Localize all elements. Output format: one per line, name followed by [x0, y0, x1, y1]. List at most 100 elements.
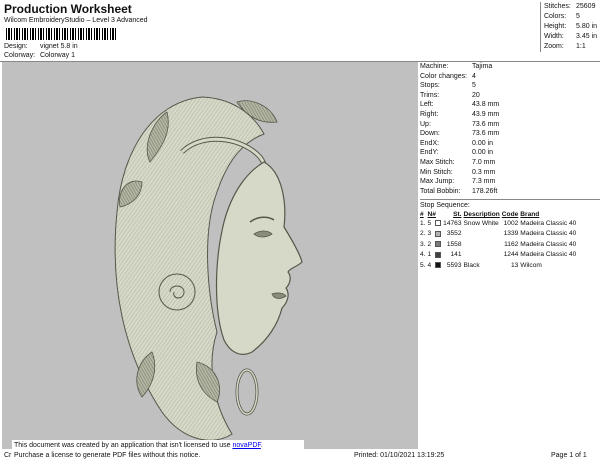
col-header: St.	[453, 211, 462, 218]
cell-brand: Madeira Classic 40	[520, 251, 577, 259]
design-value: vignet 5.8 in	[39, 43, 78, 50]
cell-brand: Madeira Classic 40	[520, 240, 577, 248]
needle-number: 5	[427, 219, 432, 227]
info-row: Trims: 20	[420, 91, 600, 101]
stop-sequence-title: Stop Sequence:	[420, 202, 470, 209]
info-label: Max Stitch:	[420, 158, 455, 166]
stat-label: Height:	[544, 23, 567, 30]
novapdf-link[interactable]: novaPDF	[232, 442, 260, 449]
col-header: Code	[501, 211, 519, 218]
notice-text: .	[260, 442, 263, 449]
machine-info-panel: Machine: Tajima Color changes: 4 Stops: 5 T…	[420, 62, 600, 196]
table-row: 5. 4 5593 Black 13 Wilcom	[420, 260, 578, 271]
info-label: Min Stitch:	[420, 168, 453, 176]
info-value: 20	[472, 91, 480, 99]
cell-desc	[464, 250, 502, 261]
cell-brand: Madeira Classic 40	[520, 230, 577, 238]
stat-value: 5	[576, 13, 580, 20]
col-header: N#	[427, 211, 436, 218]
cell-desc	[464, 239, 502, 250]
cell-desc	[464, 229, 502, 240]
cell-n: 2	[428, 239, 444, 250]
cell-code: 1162	[504, 240, 519, 248]
cell-st: 14763	[443, 219, 462, 227]
table-row: 2. 3 3552 1339 Madeira Classic 40	[420, 229, 578, 240]
stat-value: 25609	[576, 3, 596, 10]
divider	[420, 199, 600, 200]
design-row: Design: vignet 5.8 in	[4, 43, 78, 50]
cell-idx: 4.	[420, 251, 426, 259]
stat-value: 1:1	[576, 43, 586, 50]
color-swatch	[435, 241, 442, 247]
colorway-value: Colorway 1	[39, 52, 75, 59]
page-number: Page 1 of 1	[551, 452, 587, 459]
stat-label: Colors:	[544, 13, 567, 20]
needle-number: 1	[427, 251, 432, 259]
software-subtitle: Wilcom EmbroideryStudio – Level 3 Advanc…	[4, 17, 148, 24]
cell-st: 5593	[446, 261, 462, 269]
needle-number: 2	[427, 240, 432, 248]
design-label: Design:	[4, 43, 28, 50]
info-label: Left:	[420, 101, 434, 109]
color-swatch	[435, 262, 442, 268]
needle-number: 3	[427, 230, 432, 238]
design-preview	[2, 62, 418, 449]
info-row: Total Bobbin: 178.26ft	[420, 187, 600, 197]
info-label: Up:	[420, 120, 431, 128]
info-row: Stops: 5	[420, 81, 600, 91]
stop-sequence-table: # N# St. Description Code Brand 1. 5 14763…	[420, 211, 578, 271]
cell-code: 1339	[503, 230, 519, 238]
embroidery-face-illustration	[114, 96, 303, 441]
info-label: Color changes:	[420, 72, 468, 80]
stats-panel: Stitches: 25609 Colors: 5 Height: 5.80 in W…	[540, 2, 600, 52]
cell-idx: 1.	[420, 219, 426, 227]
cell-n: 4	[428, 260, 444, 271]
info-row: Max Stitch: 7.0 mm	[420, 158, 600, 168]
info-row: Down: 73.6 mm	[420, 129, 600, 139]
info-value: 178.26ft	[472, 187, 498, 195]
cell-desc: Black	[463, 261, 480, 269]
info-label: Total Bobbin:	[420, 187, 461, 195]
info-label: Right:	[420, 110, 439, 118]
cell-desc: Snow White	[463, 219, 499, 227]
info-row: Color changes: 4	[420, 72, 600, 82]
info-value: Tajima	[472, 63, 493, 70]
table-row: 3. 2 1558 1162 Madeira Classic 40	[420, 239, 578, 250]
stat-row: Width: 3.45 in	[544, 32, 600, 42]
footer-left: Cr	[4, 452, 12, 459]
info-value: 7.3 mm	[472, 178, 496, 186]
notice-text: This document was created by an applicat…	[14, 442, 233, 449]
info-label: Machine:	[420, 63, 449, 70]
info-label: EndY:	[420, 149, 439, 157]
info-value: 0.00 in	[472, 139, 494, 147]
col-header: #	[420, 211, 424, 218]
cell-n: 5	[428, 218, 444, 229]
info-label: Trims:	[420, 91, 440, 99]
cell-code: 1244	[503, 251, 519, 259]
cell-idx: 2.	[420, 230, 426, 238]
cell-code: 13	[510, 261, 519, 269]
info-row: Left: 43.8 mm	[420, 100, 600, 110]
table-header-row: # N# St. Description Code Brand	[420, 211, 578, 218]
info-value: 0.00 in	[472, 149, 494, 157]
info-row: Right: 43.9 mm	[420, 110, 600, 120]
info-value: 73.6 mm	[472, 120, 500, 128]
stat-row: Stitches: 25609	[544, 2, 600, 12]
cell-code: 1002	[503, 219, 519, 227]
colorway-label: Colorway:	[4, 52, 36, 59]
stat-row: Colors: 5	[544, 12, 600, 22]
info-label: EndX:	[420, 139, 440, 147]
stat-row: Height: 5.80 in	[544, 22, 600, 32]
printed-date: Printed: 01/10/2021 13:19:25	[354, 452, 445, 459]
stat-value: 3.45 in	[576, 33, 598, 40]
colorway-row: Colorway: Colorway 1	[4, 52, 75, 59]
stat-label: Width:	[544, 33, 564, 40]
stop-sequence-panel: Stop Sequence: # N# St. Description Code…	[420, 201, 600, 271]
info-row: Up: 73.6 mm	[420, 120, 600, 130]
info-row: Max Jump: 7.3 mm	[420, 177, 600, 187]
notice-line-2: Purchase a license to generate PDF files…	[14, 451, 201, 459]
info-row: Machine: Tajima	[420, 62, 600, 72]
cell-n: 1	[428, 250, 444, 261]
table-row: 4. 1 141 1244 Madeira Classic 40	[420, 250, 578, 261]
info-value: 4	[472, 72, 476, 80]
